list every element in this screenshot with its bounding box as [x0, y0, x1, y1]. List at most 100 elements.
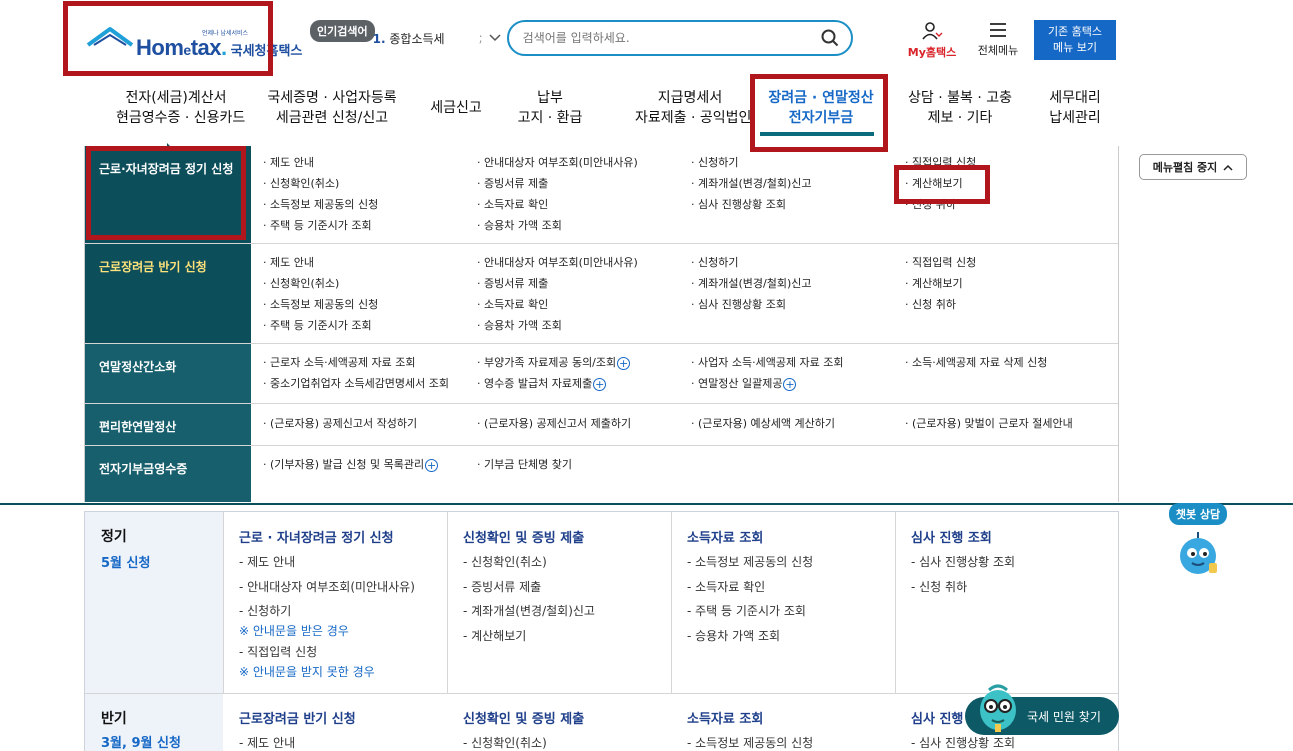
regular-col3-item[interactable]: - 소득자료 확인 [687, 578, 765, 595]
menu-link[interactable]: · 심사 진행상황 조회 [691, 194, 811, 215]
search-icon[interactable] [821, 29, 839, 47]
menu-link[interactable]: · 제도 안내 [263, 152, 378, 173]
menu-link[interactable]: · 계산해보기 [905, 273, 976, 294]
menu-link[interactable]: · 증빙서류 제출 [477, 173, 638, 194]
regular-col2-item[interactable]: - 계산해보기 [463, 627, 526, 644]
regular-col1-title[interactable]: 근로 · 자녀장려금 정기 신청 [239, 527, 394, 546]
all-menu-button[interactable]: 전체메뉴 [970, 22, 1026, 58]
nav-payment[interactable]: 납부 고지 · 환급 [510, 88, 590, 128]
half-col3-title[interactable]: 소득자료 조회 [687, 708, 763, 727]
menu-link[interactable]: · 소득정보 제공동의 신청 [263, 294, 378, 315]
chatbot-widget[interactable]: 챗봇 상담 [1165, 503, 1231, 583]
regular-col1-note[interactable]: ※ 안내문을 받지 못한 경우 [239, 663, 375, 680]
menu-link[interactable]: · 안내대상자 여부조회(미안내사유) [477, 252, 638, 273]
mega-row-convenient: 편리한연말정산 · (근로자용) 공제신고서 작성하기 · (근로자용) 공제신… [85, 404, 1118, 446]
regular-col2-item[interactable]: - 계좌개설(변경/철회)신고 [463, 602, 595, 619]
regular-col3-item[interactable]: - 소득정보 제공동의 신청 [687, 553, 813, 570]
nav-tax-report[interactable]: 세금신고 [426, 98, 486, 118]
menu-link[interactable]: · 신청하기 [691, 252, 811, 273]
menu-link[interactable]: · 계좌개설(변경/철회)신고 [691, 173, 811, 194]
chevron-down-icon[interactable] [489, 31, 501, 45]
regular-col1-item[interactable]: - 제도 안내 [239, 553, 295, 570]
divider [447, 512, 448, 693]
menu-link[interactable]: · (기부자용) 발급 신청 및 목록관리 + [263, 454, 439, 475]
plus-circle-icon[interactable]: + [617, 356, 631, 370]
menu-link[interactable]: · 신청 취하 [905, 294, 976, 315]
nav-consulting[interactable]: 상담 · 불복 · 고충 제보 · 기타 [902, 88, 1018, 128]
menu-link[interactable]: · (근로자용) 맞벌이 근로자 절세안내 [905, 413, 1073, 434]
menu-link[interactable]: · 신청 취하 [905, 194, 976, 215]
mega-category-yearend[interactable]: 연말정산간소화 [85, 344, 251, 403]
nav-certificate[interactable]: 국세증명 · 사업자등록 세금관련 신청/신고 [262, 88, 402, 128]
menu-link[interactable]: · 신청확인(취소) [263, 273, 378, 294]
menu-link[interactable]: · 영수증 발급처 자료제출 + [477, 373, 630, 394]
half-col2-item[interactable]: - 신청확인(취소) [463, 734, 547, 751]
plus-circle-icon[interactable]: + [593, 377, 607, 391]
plus-circle-icon[interactable]: + [783, 377, 797, 391]
plus-circle-icon[interactable]: + [425, 458, 439, 472]
menu-link[interactable]: · 증빙서류 제출 [477, 273, 638, 294]
menu-link[interactable]: · 승용차 가액 조회 [477, 215, 638, 236]
regular-col4-item[interactable]: - 신청 취하 [911, 578, 967, 595]
menu-link[interactable]: · 주택 등 기준시가 조회 [263, 215, 378, 236]
menu-link[interactable]: · 제도 안내 [263, 252, 378, 273]
mega-category-donation[interactable]: 전자기부금영수증 [85, 446, 251, 502]
menu-link[interactable]: · 직접입력 신청 [905, 252, 976, 273]
regular-col2-title[interactable]: 신청확인 및 증빙 제출 [463, 527, 584, 546]
mega-category-regular[interactable]: 근로·자녀장려금 정기 신청 [85, 146, 251, 243]
menu-link[interactable]: · (근로자용) 공제신고서 제출하기 [477, 413, 631, 434]
menu-link[interactable]: · 중소기업취업자 소득세감면명세서 조회 [263, 373, 449, 394]
nav-tax-invoice[interactable]: 전자(세금)계산서 현금영수증 · 신용카드 [116, 88, 245, 128]
regular-col4-item[interactable]: - 심사 진행상황 조회 [911, 553, 1015, 570]
menu-link[interactable]: · 신청확인(취소) [263, 173, 378, 194]
menu-link[interactable]: · 연말정산 일괄제공 + [691, 373, 844, 394]
mega-category-half[interactable]: 근로장려금 반기 신청 [85, 244, 251, 343]
menu-link[interactable]: · 승용차 가액 조회 [477, 315, 638, 336]
my-hometax-button[interactable]: My홈택스 [903, 22, 961, 60]
menu-expand-stop-button[interactable]: 메뉴펼침 중지 [1139, 154, 1247, 180]
search-input[interactable] [522, 31, 821, 45]
menu-link[interactable]: · (근로자용) 예상세액 계산하기 [691, 413, 835, 434]
regular-col3-item[interactable]: - 승용차 가액 조회 [687, 627, 780, 644]
half-col2-title[interactable]: 신청확인 및 증빙 제출 [463, 708, 584, 727]
menu-link[interactable]: · 소득·세액공제 자료 삭제 신청 [905, 352, 1047, 373]
menu-link[interactable]: · (근로자용) 공제신고서 작성하기 [263, 413, 417, 434]
nav-tax-agent[interactable]: 세무대리 납세관리 [1040, 88, 1110, 128]
menu-link[interactable]: · 소득자료 확인 [477, 194, 638, 215]
menu-link[interactable]: · 주택 등 기준시가 조회 [263, 315, 378, 336]
hometax-logo[interactable]: Hometax. 국세청홈택스 언제나 납세서비스 [86, 14, 302, 70]
regular-col1-item[interactable]: - 신청하기 [239, 602, 291, 619]
menu-link-calculate[interactable]: · 계산해보기 [905, 173, 976, 194]
mega-category-convenient[interactable]: 편리한연말정산 [85, 404, 251, 445]
half-col3-item[interactable]: - 소득정보 제공동의 신청 [687, 734, 813, 751]
nav-line: 세금신고 [430, 100, 482, 116]
old-hometax-menu-button[interactable]: 기존 홈택스 메뉴 보기 [1034, 20, 1116, 60]
menu-link[interactable]: · 소득정보 제공동의 신청 [263, 194, 378, 215]
nav-incentive[interactable]: 장려금 · 연말정산 전자기부금 [762, 88, 880, 128]
chatbot-mascot-icon [1165, 529, 1231, 583]
nav-payment-statement[interactable]: 지급명세서 자료제출 · 공익법인 [635, 88, 751, 128]
menu-link[interactable]: · 직접입력 신청 [905, 152, 976, 173]
menu-link[interactable]: · 신청하기 [691, 152, 811, 173]
menu-link[interactable]: · 심사 진행상황 조회 [691, 294, 811, 315]
menu-link[interactable]: · 기부금 단체명 찾기 [477, 454, 572, 475]
half-col4-item[interactable]: - 심사 진행상황 조회 [911, 734, 1015, 751]
regular-col1-item[interactable]: - 안내대상자 여부조회(미안내사유) [239, 578, 415, 595]
menu-link[interactable]: · 사업자 소득·세액공제 자료 조회 [691, 352, 844, 373]
active-row-pointer [167, 143, 172, 153]
regular-col1-item[interactable]: - 직접입력 신청 [239, 643, 317, 660]
menu-link[interactable]: · 계좌개설(변경/철회)신고 [691, 273, 811, 294]
menu-link[interactable]: · 소득자료 확인 [477, 294, 638, 315]
popular-search-keyword[interactable]: 1. 종합소득세 [373, 30, 485, 47]
regular-col3-item[interactable]: - 주택 등 기준시가 조회 [687, 602, 806, 619]
menu-link[interactable]: · 부양가족 자료제공 동의/조회 + [477, 352, 631, 373]
half-col1-item[interactable]: - 제도 안내 [239, 734, 295, 751]
menu-link[interactable]: · 안내대상자 여부조회(미안내사유) [477, 152, 638, 173]
half-col1-title[interactable]: 근로장려금 반기 신청 [239, 708, 356, 727]
menu-link[interactable]: · 근로자 소득·세액공제 자료 조회 [263, 352, 449, 373]
regular-col1-note[interactable]: ※ 안내문을 받은 경우 [239, 622, 349, 639]
regular-col4-title[interactable]: 심사 진행 조회 [911, 527, 992, 546]
regular-col2-item[interactable]: - 신청확인(취소) [463, 553, 547, 570]
regular-col3-title[interactable]: 소득자료 조회 [687, 527, 763, 546]
regular-col2-item[interactable]: - 증빙서류 제출 [463, 578, 541, 595]
